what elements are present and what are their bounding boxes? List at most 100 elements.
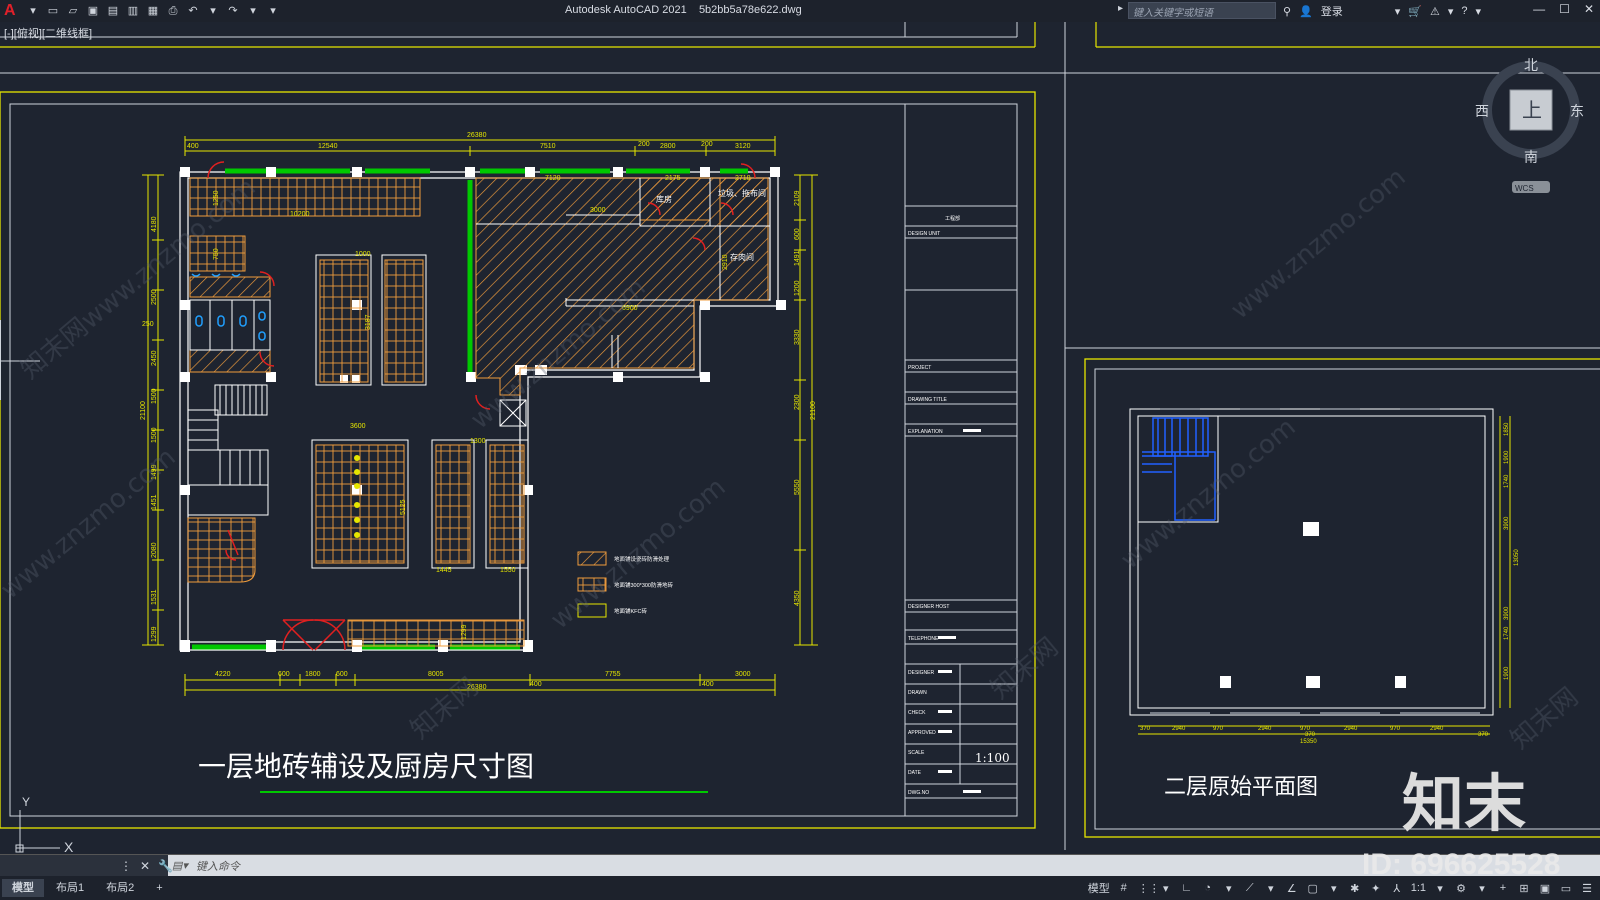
autocad-logo-icon[interactable]: A	[4, 2, 20, 20]
viewcube-face: 上	[1522, 98, 1542, 122]
tab-model[interactable]: 模型	[2, 879, 44, 897]
tab-layout2[interactable]: 布局2	[96, 879, 144, 897]
scale-dropdown-icon[interactable]: ▾	[1433, 882, 1447, 895]
undo-dropdown-icon[interactable]: ▾	[206, 4, 220, 18]
object-snap-tracking-icon[interactable]: ∠	[1285, 882, 1299, 895]
tb-check: CHECK	[908, 710, 926, 716]
customize-wrench-icon[interactable]: 🔧	[158, 859, 173, 873]
autodesk-a360-icon[interactable]: ⚠	[1430, 5, 1440, 18]
object-snap-icon[interactable]: ▢	[1306, 882, 1320, 895]
object-snap-dropdown-icon[interactable]: ▾	[1327, 882, 1341, 895]
ortho-icon[interactable]: ∟	[1180, 882, 1194, 894]
save-as-icon[interactable]: ▤	[106, 4, 120, 18]
login-dropdown-icon[interactable]: ▾	[1395, 5, 1401, 18]
a360-dropdown-icon[interactable]: ▾	[1448, 5, 1454, 18]
dim-text: 1740	[1504, 626, 1510, 640]
dim-text: 2800	[660, 143, 676, 150]
dim-text: 1800	[305, 671, 321, 678]
dim-text: 600	[794, 228, 801, 240]
dim-text: 1300	[470, 438, 486, 445]
annotation-monitor-icon[interactable]: +	[1496, 882, 1510, 894]
dim-text: 250	[142, 321, 154, 328]
maximize-icon[interactable]: ☐	[1559, 2, 1570, 16]
tb-approved: APPROVED	[908, 730, 936, 736]
add-layout-icon[interactable]: +	[146, 879, 172, 897]
search-icon[interactable]: ⚲	[1283, 5, 1291, 18]
app-name: Autodesk AutoCAD 2021	[565, 4, 687, 16]
clean-screen-icon[interactable]: ▭	[1559, 882, 1573, 895]
minimize-icon[interactable]: —	[1533, 2, 1545, 16]
drawing-canvas[interactable]: 12540 7510 26380 400 200 2800 200 3120 7…	[0, 22, 1600, 854]
dim-text: 750	[213, 248, 220, 260]
dim-text: 1550	[500, 567, 516, 574]
help-icon[interactable]: ?	[1461, 5, 1467, 17]
customize-qat-icon[interactable]: ▾	[266, 4, 280, 18]
annotation-scale-value[interactable]: 1:1	[1411, 882, 1426, 894]
dim-text: 370	[1478, 732, 1489, 738]
cart-icon[interactable]: 🛒	[1408, 5, 1422, 18]
quick-properties-icon[interactable]: ▣	[1538, 882, 1552, 895]
search-input[interactable]: 键入关键字或短语	[1128, 2, 1276, 19]
tb-scale-label: SCALE	[908, 750, 925, 756]
viewcube[interactable]: 上 北 南 东 西 WCS	[1475, 58, 1584, 193]
dim-text: 400	[187, 143, 199, 150]
tab-layout1[interactable]: 布局1	[46, 879, 94, 897]
dim-text: 4220	[215, 671, 231, 678]
workspace-gear-icon[interactable]: ⚙	[1454, 882, 1468, 895]
open-folder-icon[interactable]: ▱	[66, 4, 80, 18]
dim-text: 1451	[151, 494, 158, 510]
units-icon[interactable]: ⊞	[1517, 882, 1531, 895]
command-history-icon[interactable]: ▤▾	[172, 859, 188, 872]
viewport-controls-label[interactable]: [-][俯视][二维线框]	[4, 25, 92, 41]
command-grip-icon[interactable]: ⋮	[120, 859, 132, 873]
grid-icon[interactable]: #	[1117, 882, 1131, 894]
annotation-visibility-icon[interactable]: ✱	[1348, 882, 1362, 895]
tb-designer-host: DESIGNER HOST	[908, 604, 949, 610]
file-name: 5b2bb5a78e622.dwg	[698, 4, 802, 16]
watermark-text: www.znzmo.com	[0, 442, 182, 605]
isodraft-dropdown-icon[interactable]: ▾	[1264, 882, 1278, 895]
help-dropdown-icon[interactable]: ▾	[1476, 5, 1482, 18]
auto-scale-icon[interactable]: ✦	[1369, 882, 1383, 895]
drawing-2-title: 二层原始平面图	[1164, 775, 1318, 800]
close-command-icon[interactable]: ✕	[140, 859, 150, 873]
new-file-icon[interactable]: ▭	[46, 4, 60, 18]
isodraft-icon[interactable]: ⟋	[1243, 882, 1257, 895]
redo-icon[interactable]: ↷	[226, 4, 240, 18]
print-icon[interactable]: ⎙	[166, 4, 180, 18]
polar-dropdown-icon[interactable]: ▾	[1222, 882, 1236, 895]
undo-icon[interactable]: ↶	[186, 4, 200, 18]
command-line: ⋮ ✕ 🔧 ▤▾ 键入命令	[0, 854, 1600, 877]
dropdown-arrow-icon[interactable]: ▾	[26, 4, 40, 18]
tb-drawing-title: DRAWING TITLE	[908, 397, 948, 403]
customization-menu-icon[interactable]: ☰	[1580, 882, 1594, 895]
expand-arrow-icon[interactable]: ▸	[1118, 3, 1123, 14]
dim-text: 200	[701, 141, 713, 148]
snap-icon[interactable]: ⋮⋮	[1138, 882, 1160, 895]
polar-icon[interactable]: ◔	[1201, 882, 1215, 894]
dim-text: 400	[702, 681, 714, 688]
dim-text: 21100	[140, 401, 147, 420]
dim-text: 2910	[722, 254, 729, 270]
snap-dropdown-icon[interactable]: ▾	[1159, 882, 1173, 895]
workspace-dropdown-icon[interactable]: ▾	[1475, 882, 1489, 895]
model-space-button[interactable]: 模型	[1088, 880, 1110, 896]
redo-dropdown-icon[interactable]: ▾	[246, 4, 260, 18]
status-bar: 模型 布局1 布局2 + 模型 # ⋮⋮ ▾ ∟ ◔ ▾ ⟋ ▾ ∠ ▢ ▾ ✱…	[0, 876, 1600, 900]
tb-drawn: DRAWN	[908, 690, 927, 696]
user-icon[interactable]: 👤	[1299, 5, 1313, 18]
dim-text: 7510	[540, 143, 556, 150]
room-label-storage: 库房	[656, 194, 672, 204]
dim-text: 1500	[151, 388, 158, 404]
dim-text: 970	[1213, 726, 1224, 732]
annotation-scale-icon[interactable]: ⅄	[1390, 882, 1404, 895]
save-web-icon[interactable]: ▦	[146, 4, 160, 18]
close-icon[interactable]: ✕	[1584, 2, 1594, 16]
save-icon[interactable]: ▣	[86, 4, 100, 18]
command-input[interactable]: 键入命令	[196, 858, 240, 874]
open-web-icon[interactable]: ▥	[126, 4, 140, 18]
ucs-icon: Y X	[15, 795, 74, 854]
login-button[interactable]: 登录	[1321, 3, 1343, 19]
dim-text: 1850	[1504, 422, 1510, 436]
dim-text: 26380	[467, 132, 487, 139]
